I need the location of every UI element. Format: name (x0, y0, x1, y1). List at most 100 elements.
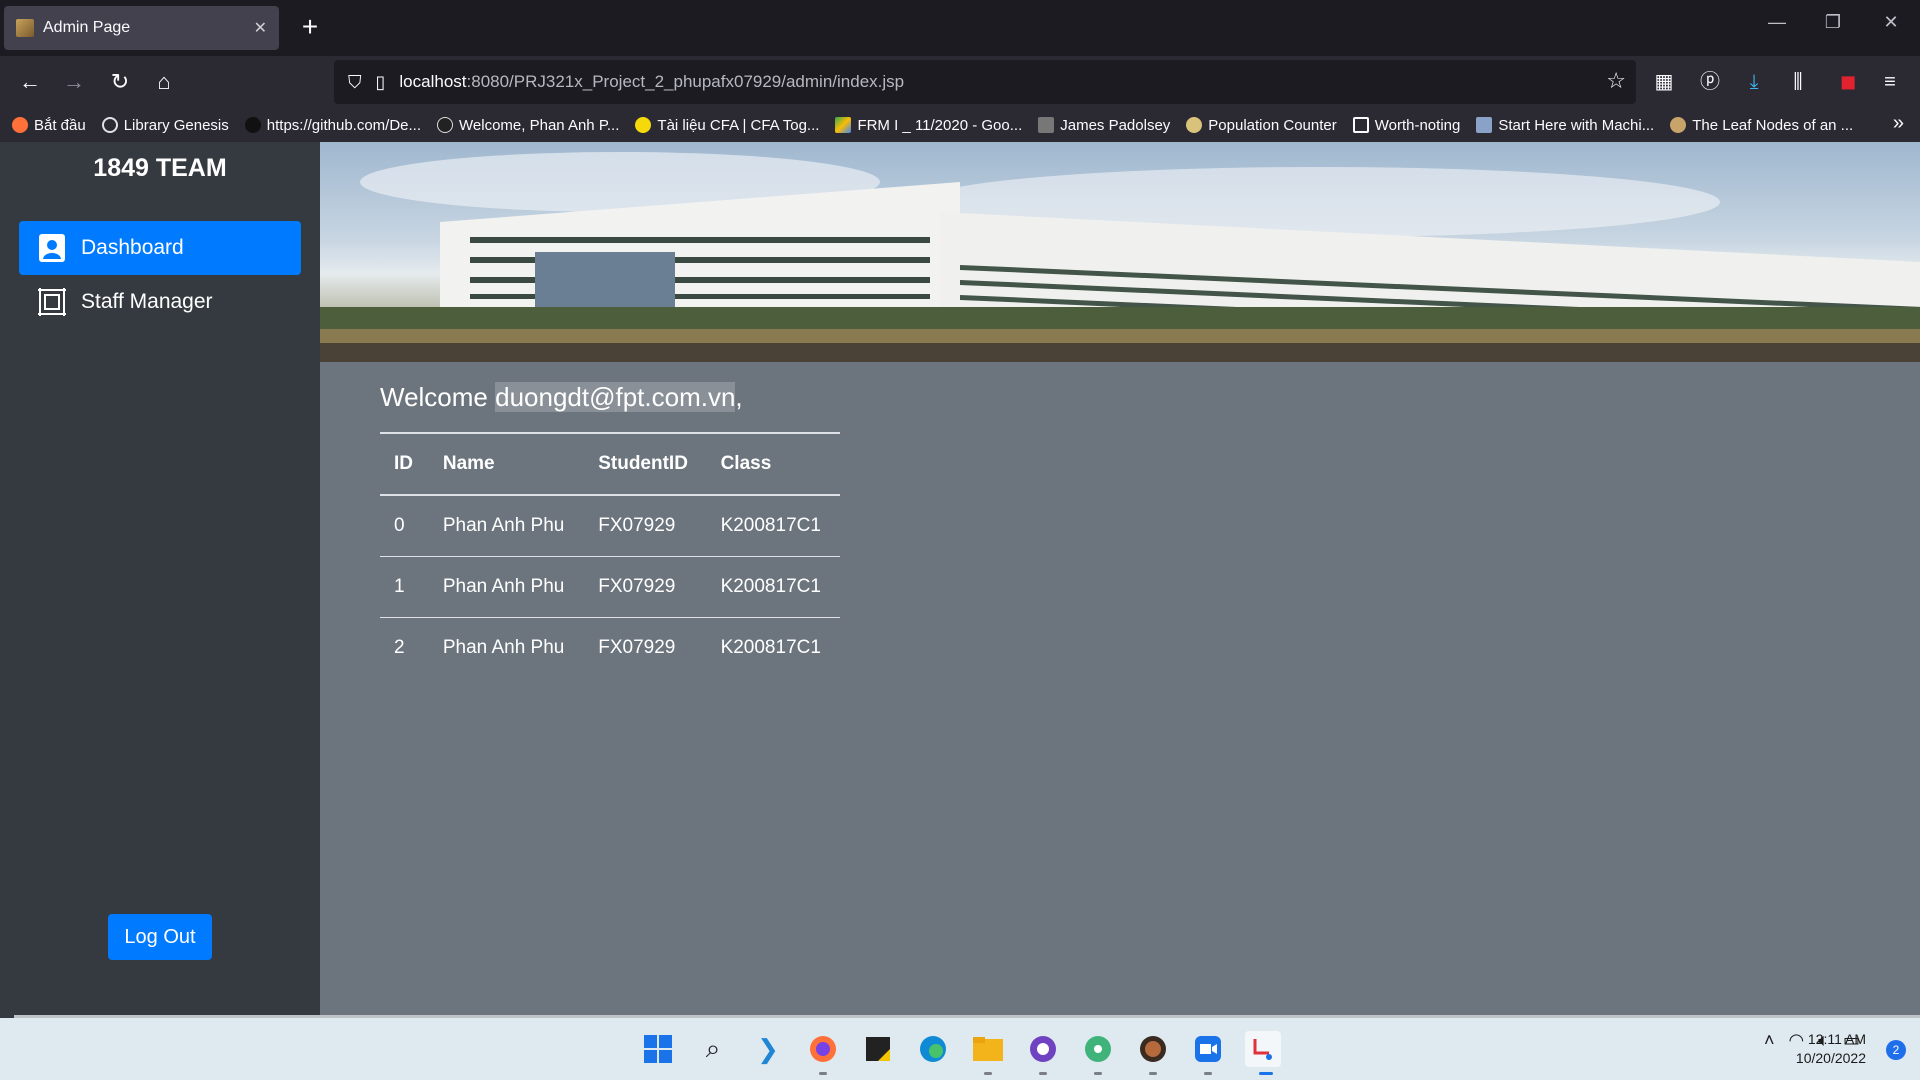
back-icon[interactable]: ← (12, 64, 48, 100)
atom-icon[interactable] (1080, 1031, 1116, 1067)
chevron-more-icon[interactable]: » (1893, 112, 1904, 135)
tab-favicon-icon (16, 19, 34, 37)
firefox-icon (12, 117, 28, 133)
shield-icon[interactable]: ⛉ (348, 72, 362, 93)
page-content: 1849 TEAM Dashboard Staff Manager Log Ou… (0, 142, 1920, 1018)
bookmark-item[interactable]: James Padolsey (1038, 117, 1170, 134)
page-icon: ▯ (375, 71, 386, 92)
cell-class: K200817C1 (720, 636, 821, 658)
bookmark-folder[interactable]: Worth-noting (1352, 116, 1461, 134)
sticky-notes-icon[interactable] (860, 1031, 896, 1067)
bookmark-star-icon[interactable]: ☆ (1606, 68, 1626, 94)
running-indicator (1039, 1072, 1047, 1075)
taskbar: ⌕ ❯ ˄ ◠ 🔈︎ ▭ 12:11 AM 10/20/2022 2 (0, 1018, 1920, 1080)
reload-icon[interactable]: ↻ (102, 64, 138, 100)
bookmark-item[interactable]: Tài liệu CFA | CFA Tog... (635, 117, 819, 134)
bookmark-label: Welcome, Phan Anh P... (459, 116, 620, 134)
tab-title: Admin Page (43, 19, 131, 36)
bookmark-item[interactable]: Welcome, Phan Anh P... (437, 117, 619, 134)
bookmark-item[interactable]: Population Counter (1186, 117, 1337, 134)
running-indicator (1094, 1072, 1102, 1075)
running-indicator (984, 1072, 992, 1075)
new-tab-button[interactable]: + (292, 10, 328, 46)
firefox-taskbar-icon[interactable] (805, 1031, 841, 1067)
column-header-id: ID (380, 432, 429, 496)
bookmarks-bar: Bắt đầu Library Genesis https://github.c… (0, 108, 1920, 142)
bookmark-item[interactable]: Bắt đầu (12, 117, 86, 134)
search-icon[interactable]: ⌕ (695, 1031, 731, 1067)
students-table: ID Name StudentID Class 0 Phan Anh Phu F… (380, 432, 840, 678)
url-path: :8080/PRJ321x_Project_2_phupafx07929/adm… (466, 72, 905, 91)
cell-class: K200817C1 (706, 556, 840, 618)
restore-icon[interactable]: ❐ (1818, 12, 1848, 33)
extension-off-icon[interactable]: ◼ (1832, 66, 1864, 98)
cell-studentid: FX07929 (584, 556, 707, 618)
logout-button[interactable]: Log Out (108, 914, 212, 960)
bookmark-item[interactable]: https://github.com/De... (244, 116, 422, 134)
snipping-tool-icon[interactable] (1245, 1031, 1281, 1067)
cell-studentid: FX07929 (598, 636, 676, 658)
chevron-up-icon[interactable]: ˄ (1764, 1030, 1775, 1051)
welcome-suffix: , (735, 382, 743, 412)
minimize-icon[interactable]: — (1762, 12, 1792, 33)
sidebar-item-staff-manager[interactable]: Staff Manager (19, 275, 301, 329)
table-header-row: ID Name StudentID Class (380, 432, 840, 496)
url-bar[interactable]: ⛉ ▯ localhost:8080/PRJ321x_Project_2_phu… (334, 60, 1636, 104)
emoji-icon (635, 117, 652, 133)
windows-start-icon[interactable] (640, 1031, 676, 1067)
tab-close-icon[interactable]: ✕ (254, 18, 267, 38)
zoom-icon[interactable] (1190, 1031, 1226, 1067)
sidebar: 1849 TEAM Dashboard Staff Manager Log Ou… (0, 142, 320, 1018)
column-header-name: Name (428, 432, 585, 496)
vscode-icon[interactable]: ❯ (750, 1031, 786, 1067)
cell-id: 1 (380, 556, 429, 618)
bookmark-item[interactable]: The Leaf Nodes of an ... (1670, 117, 1853, 134)
bookmark-label: https://github.com/De... (266, 116, 422, 134)
cell-name: Phan Anh Phu (428, 495, 585, 557)
window-close-icon[interactable]: ✕ (1876, 12, 1906, 33)
edge-icon[interactable] (915, 1031, 951, 1067)
folder-icon (1352, 117, 1369, 133)
globe-icon (101, 117, 118, 133)
cell-id: 2 (394, 636, 405, 658)
download-icon[interactable]: ⤓ (1738, 66, 1770, 98)
table-row: 0 Phan Anh Phu FX07929 K200817C1 (380, 495, 840, 557)
bookmark-item[interactable]: Start Here with Machi... (1476, 117, 1654, 134)
profile-p-icon[interactable]: ⓟ (1694, 66, 1726, 98)
github-desktop-icon[interactable] (1025, 1031, 1061, 1067)
cell-studentid: FX07929 (584, 495, 707, 557)
table-row: 2 Phan Anh Phu FX07929 K200817C1 (380, 617, 840, 678)
brand-title: 1849 TEAM (93, 154, 227, 182)
home-icon[interactable]: ⌂ (146, 64, 182, 100)
cell-name: Phan Anh Phu (442, 636, 565, 658)
person-icon (1186, 117, 1203, 133)
bookmark-label: FRM I _ 11/2020 - Goo... (857, 116, 1023, 134)
cell-class: K200817C1 (706, 495, 840, 557)
extensions-grid-icon[interactable]: ▦ (1648, 66, 1680, 98)
leaf-icon (1670, 117, 1687, 133)
clock[interactable]: 12:11 AM 10/20/2022 (1796, 1030, 1866, 1068)
sidebar-item-label: Dashboard (81, 236, 184, 259)
forward-icon[interactable]: → (56, 64, 92, 100)
bookmark-label: Tài liệu CFA | CFA Tog... (657, 116, 820, 134)
column-header-class: Class (706, 432, 840, 496)
notification-badge[interactable]: 2 (1886, 1040, 1906, 1060)
running-indicator (819, 1072, 827, 1075)
library-icon[interactable]: ⫼ (1782, 66, 1814, 98)
browser-tab[interactable]: Admin Page ✕ (4, 6, 279, 50)
menu-icon[interactable]: ≡ (1874, 66, 1906, 98)
staff-frame-icon (38, 288, 66, 316)
welcome-prefix: Welcome (380, 382, 496, 412)
sidebar-item-dashboard[interactable]: Dashboard (19, 221, 301, 275)
bookmark-label: Worth-noting (1374, 116, 1461, 134)
bookmark-label: James Padolsey (1060, 116, 1171, 134)
app-badge-icon[interactable] (1135, 1031, 1171, 1067)
bookmark-item[interactable]: FRM I _ 11/2020 - Goo... (835, 117, 1022, 134)
file-explorer-icon[interactable] (970, 1031, 1006, 1067)
welcome-message: Welcome duongdt@fpt.com.vn, (380, 382, 743, 413)
cell-id: 0 (380, 495, 429, 557)
url-host: localhost (399, 72, 467, 91)
bookmark-item[interactable]: Library Genesis (101, 117, 229, 134)
bookmark-label: Start Here with Machi... (1498, 116, 1655, 134)
table-row: 1 Phan Anh Phu FX07929 K200817C1 (380, 556, 840, 618)
